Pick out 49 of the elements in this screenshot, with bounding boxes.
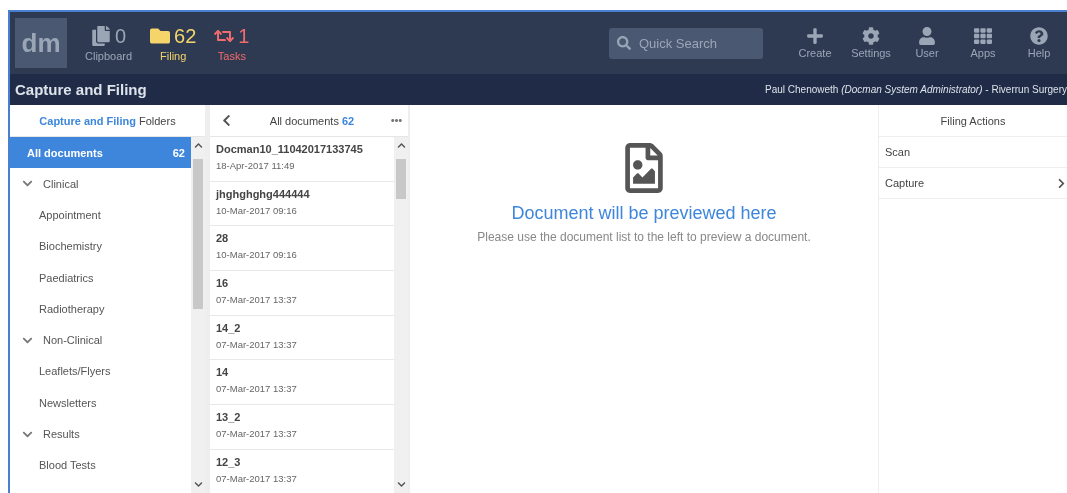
folder-icon[interactable] xyxy=(150,26,171,46)
action-item[interactable]: Scan xyxy=(879,137,1067,168)
scroll-thumb[interactable] xyxy=(193,159,203,309)
page-title: Capture and Filing xyxy=(15,81,147,98)
action-item[interactable]: Capture xyxy=(879,168,1067,199)
search-icon xyxy=(617,35,631,50)
folder-item[interactable]: Appointment xyxy=(39,208,101,221)
user-info: Paul Chenoweth (Docman System Administrator) - Riverrun Surgery xyxy=(765,84,1067,95)
folder-item[interactable]: All documents 62 xyxy=(10,137,191,168)
folder-item[interactable]: Clinical xyxy=(43,177,79,190)
scroll-up-icon[interactable] xyxy=(396,141,406,150)
folder-item[interactable]: Newsletters xyxy=(39,396,97,409)
user-icon[interactable] xyxy=(918,27,936,45)
toolbar-label[interactable]: Settings xyxy=(851,47,891,59)
nav-label[interactable]: Filing xyxy=(160,49,187,62)
toolbar-label[interactable]: Apps xyxy=(970,47,996,59)
preview-text: Please use the document list to the left to preview a document. xyxy=(477,230,811,244)
settings-icon[interactable] xyxy=(862,27,880,45)
count: 0 xyxy=(115,24,127,48)
folder-item[interactable]: Biochemistry xyxy=(39,240,102,253)
scroll-down-icon[interactable] xyxy=(193,480,203,489)
toolbar-label[interactable]: User xyxy=(915,47,939,59)
toolbar-label[interactable]: Create xyxy=(798,47,832,59)
folder-item[interactable]: Radiotherapy xyxy=(39,302,105,315)
logo: dm xyxy=(15,18,67,68)
grid-icon[interactable] xyxy=(974,27,992,45)
nav-label[interactable]: Clipboard xyxy=(85,49,133,62)
clipboard-icon[interactable] xyxy=(91,26,111,46)
count: 62 xyxy=(174,24,197,48)
scrollbar[interactable] xyxy=(191,137,205,493)
folder-item[interactable]: Blood Tests xyxy=(39,459,96,472)
scroll-thumb[interactable] xyxy=(396,159,406,199)
count: 1 xyxy=(238,24,250,48)
scroll-up-icon[interactable] xyxy=(193,141,203,150)
help-icon[interactable] xyxy=(1030,27,1048,45)
plus-icon[interactable] xyxy=(806,27,824,45)
nav-label[interactable]: Tasks xyxy=(217,49,246,62)
back-icon[interactable] xyxy=(220,114,233,127)
folder-item[interactable]: Leaflets/Flyers xyxy=(39,365,111,378)
folder-item[interactable]: Non-Clinical xyxy=(43,334,103,347)
folder-item[interactable]: Paediatrics xyxy=(39,271,94,284)
column-title: Filing Actions xyxy=(879,105,1067,137)
toolbar-label[interactable]: Help xyxy=(1027,47,1051,59)
scrollbar[interactable] xyxy=(394,137,408,493)
folder-item[interactable]: Results xyxy=(43,428,80,440)
scroll-down-icon[interactable] xyxy=(396,480,406,489)
preview-heading: Document will be previewed here xyxy=(511,203,777,224)
search-field[interactable]: Quick Search xyxy=(609,27,763,59)
column-title: All documents 62 xyxy=(269,114,355,127)
